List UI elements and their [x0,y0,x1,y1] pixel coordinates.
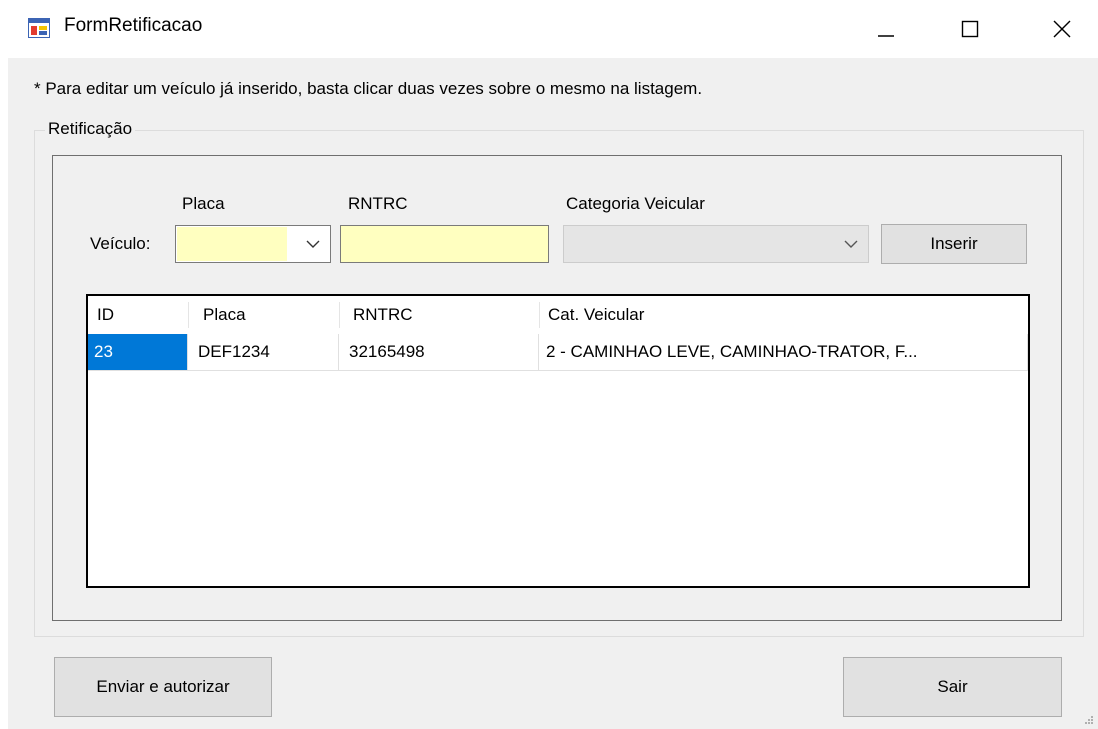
groupbox-label: Retificação [45,119,136,139]
cell-placa: DEF1234 [188,334,339,371]
sair-button[interactable]: Sair [843,657,1062,717]
table-row[interactable]: 23 DEF1234 32165498 2 - CAMINHAO LEVE, C… [88,334,1028,371]
inserir-button[interactable]: Inserir [881,224,1027,264]
resize-grip-icon[interactable] [1082,713,1094,725]
cell-id: 23 [88,334,188,371]
close-button[interactable] [1034,0,1090,58]
column-header-rntrc[interactable]: RNTRC [344,296,539,334]
placa-label: Placa [182,194,225,213]
veiculo-label: Veículo: [90,234,151,253]
edit-hint-text: * Para editar um veículo já inserido, ba… [34,79,703,98]
minimize-icon [878,35,894,37]
column-header-placa[interactable]: Placa [194,296,338,334]
column-header-id[interactable]: ID [88,296,188,334]
categoria-combobox[interactable] [563,225,869,263]
chevron-down-icon [306,240,320,248]
enviar-autorizar-button[interactable]: Enviar e autorizar [54,657,272,717]
rntrc-label: RNTRC [348,194,408,213]
minimize-button[interactable] [858,0,914,58]
window-title: FormRetificacao [64,15,203,36]
column-separator[interactable] [188,302,189,328]
categoria-dropdown-button[interactable] [834,226,868,262]
maximize-button[interactable] [942,0,998,58]
title-bar: FormRetificacao [0,0,1098,58]
close-icon [1053,20,1071,38]
cell-cat-veicular: 2 - CAMINHAO LEVE, CAMINHAO-TRATOR, F... [539,334,1028,371]
rntrc-input[interactable] [340,225,549,263]
categoria-label: Categoria Veicular [566,194,705,213]
placa-value [177,227,287,261]
placa-combobox[interactable] [175,225,331,263]
maximize-icon [961,20,979,38]
column-header-cat-veicular[interactable]: Cat. Veicular [539,296,1028,334]
chevron-down-icon [844,240,858,248]
listview-header: ID Placa RNTRC Cat. Veicular [88,296,1028,334]
cell-rntrc: 32165498 [339,334,539,371]
vehicle-listview[interactable]: ID Placa RNTRC Cat. Veicular 23 DEF1234 … [86,294,1030,588]
placa-dropdown-button[interactable] [296,226,330,262]
form-app-icon [28,18,50,38]
column-separator[interactable] [339,302,340,328]
